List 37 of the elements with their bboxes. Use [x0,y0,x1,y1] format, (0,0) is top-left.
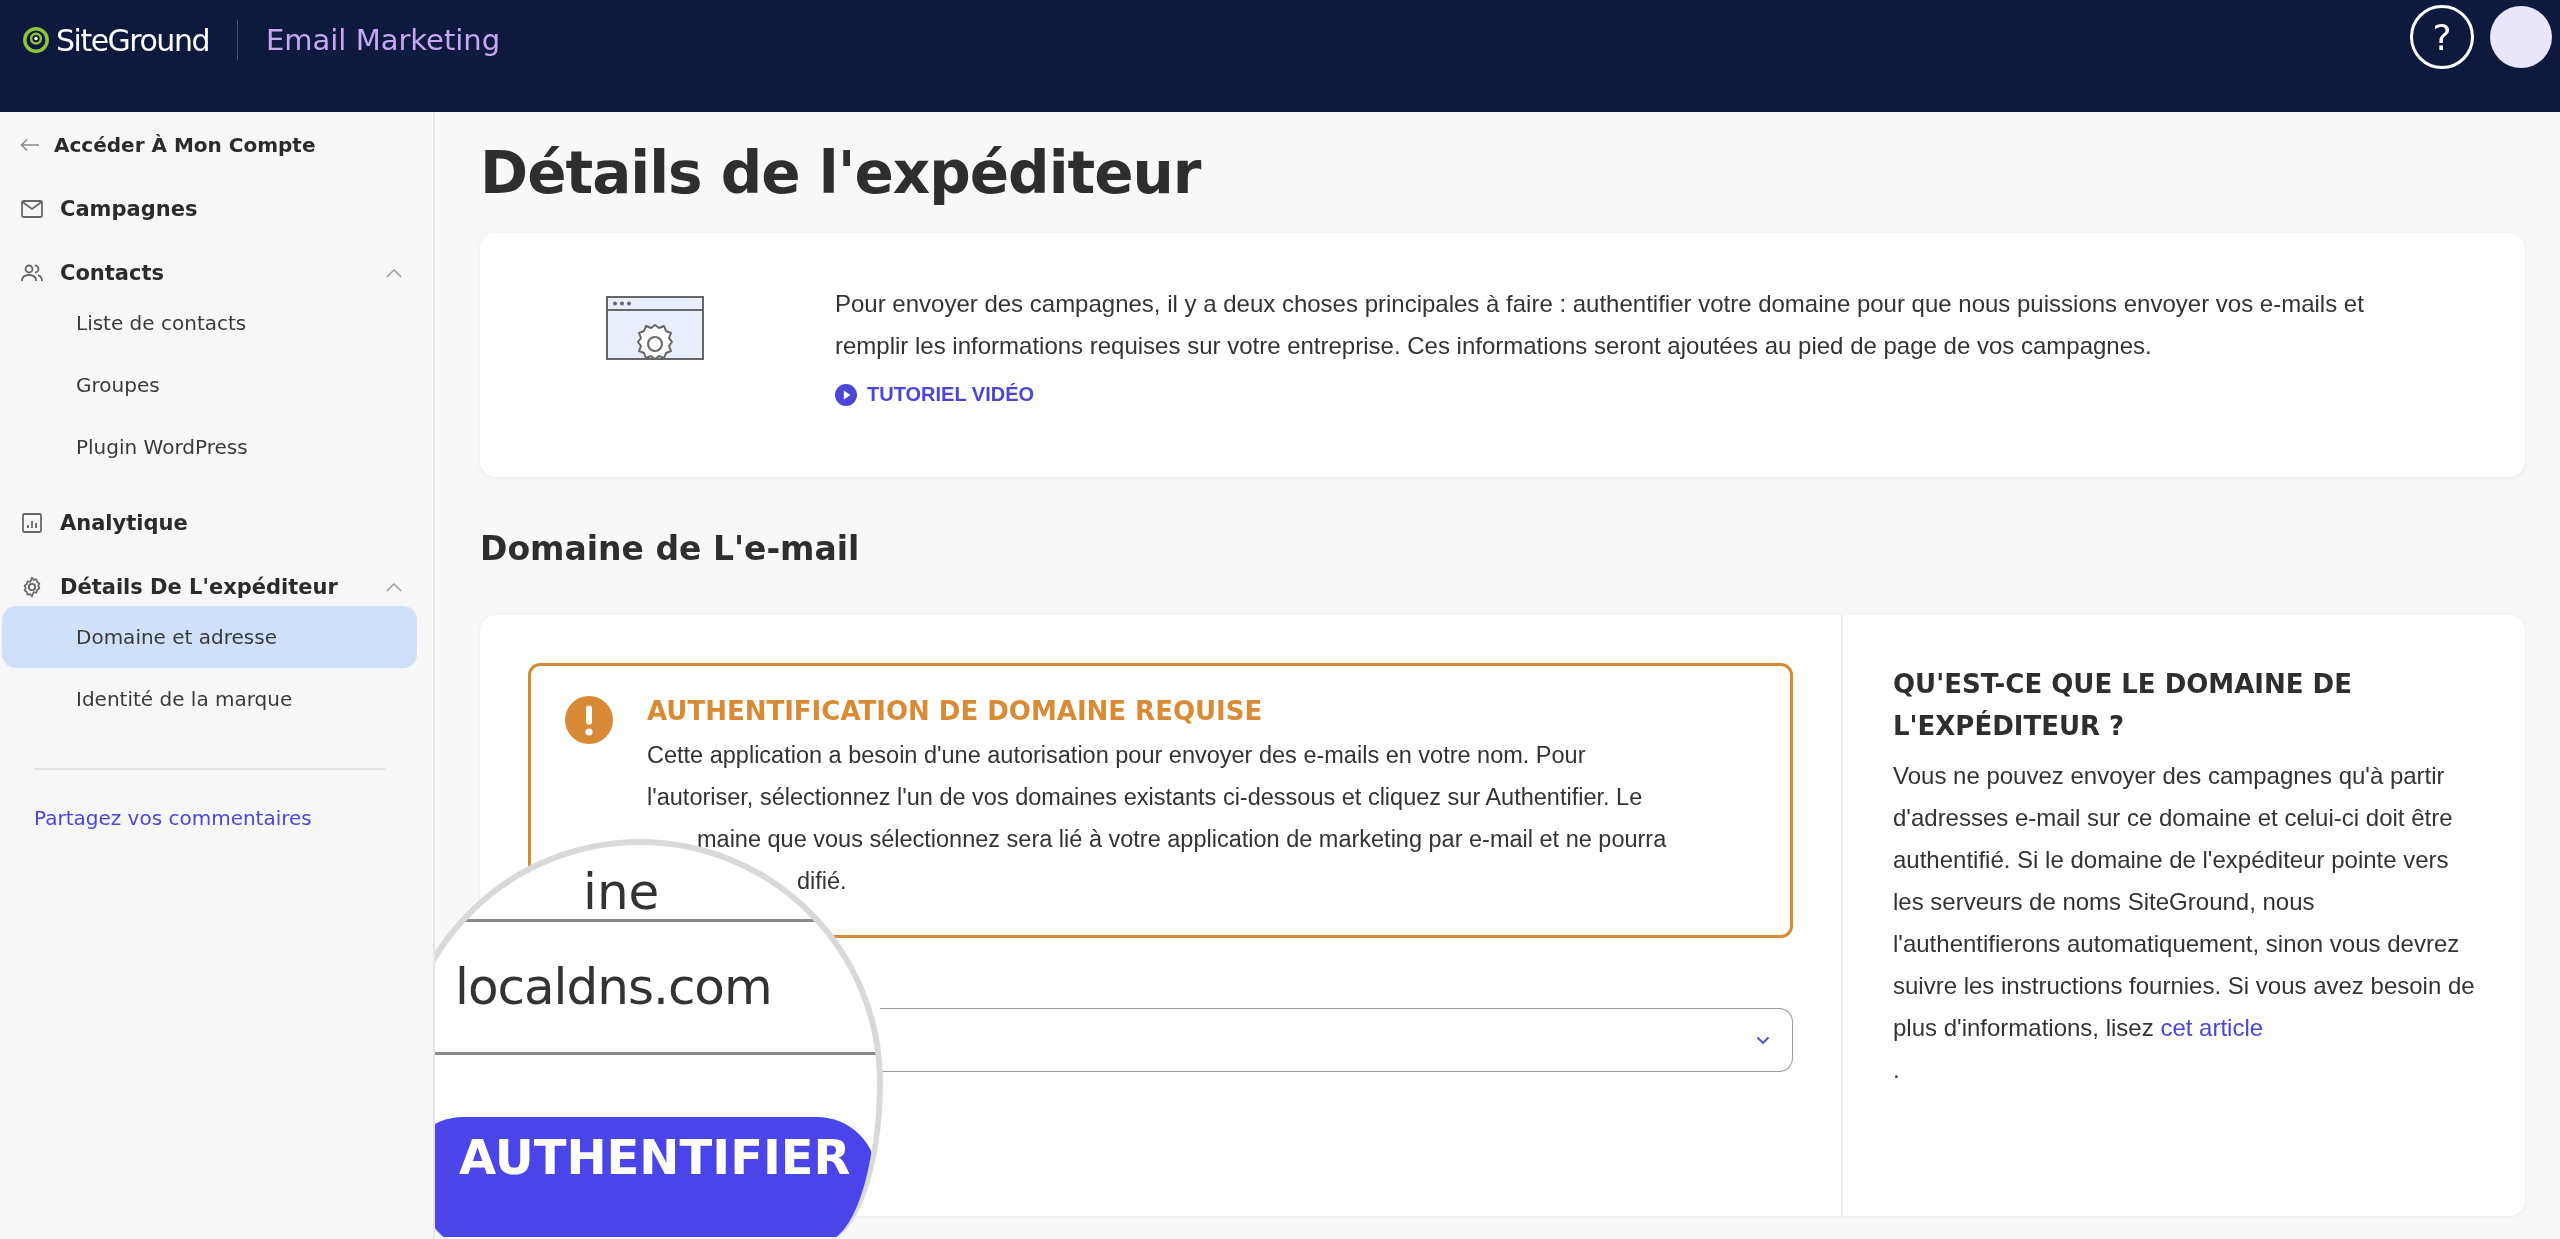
warning-text-line: Cette application a besoin d'une autorisation pour envoyer des e-mails en votre nom. Pour [647,741,1587,770]
chevron-down-icon [1756,1035,1770,1045]
nav-subitem[interactable]: Domaine et adresse [2,606,417,668]
logo-text: SiteGround [56,22,209,58]
domain-select[interactable] [880,1008,1793,1072]
domain-field[interactable]: localdns.com [435,919,877,1055]
app-title: Email Marketing [265,23,501,57]
nav-subitem[interactable]: Plugin WordPress [2,416,417,478]
field-label: ine [583,867,660,917]
intro-text: Pour envoyer des campagnes, il y a deux choses principales à faire : authentifier votre domaine pour que nous puissions envoyer vos e-mails et remplir les informations requises sur votre entreprise. Ces informations seront ajoutées au pied de page de vos campagnes. [835,289,2365,361]
nav-item[interactable]: Contacts [0,254,433,292]
feedback-link[interactable]: Partagez vos commentaires [0,806,433,830]
video-tutorial-link[interactable]: TUTORIEL VIDÉO [835,383,1035,406]
nav-item[interactable]: Détails De L'expéditeur [0,568,433,606]
nav-subitem[interactable]: Liste de contacts [2,292,417,354]
back-arrow-icon [20,138,40,152]
section-title: Domaine de L'e-mail [480,527,861,570]
swirl-logo-icon [22,26,50,54]
warning-text-line: l'autoriser, sélectionnez l'un de vos domaines existants ci-dessous et cliquez sur Authentifier. Le [647,783,1644,812]
help-text: Vous ne pouvez envoyer des campagnes qu'à partir d'adresses e-mail sur ce domaine et celui-ci doit être authentifié. Si le domaine de l'expéditeur pointe vers les serveurs de noms SiteGround, nous l'authentifierons automatiquement, sinon vous devrez suivre les instructions fournies. Si vous avez besoin de plus d'informations, lisez cet article . [1893,761,2476,1085]
warning-icon [565,696,613,744]
field-value: localdns.com [455,958,772,1016]
help-button[interactable]: ? [2410,5,2474,69]
article-link[interactable]: cet article [2160,1014,2264,1041]
page-title: Détails de l'expéditeur [480,137,1203,209]
nav-subitem[interactable]: Groupes [2,354,417,416]
nav-subitem[interactable]: Identité de la marque [2,668,417,730]
back-link[interactable]: Accéder À Mon Compte [0,126,433,164]
warning-title: AUTHENTIFICATION DE DOMAINE REQUISE [647,696,1264,728]
nav-item[interactable]: Analytique [0,504,433,542]
nav-item[interactable]: Campagnes [0,190,433,228]
warning-text-line: maine que vous sélectionnez sera lié à votre application de marketing par e-mail et ne pourra [696,825,1668,854]
help-title: QU'EST-CE QUE LE DOMAINE DE L'EXPÉDITEUR ? [1893,668,2353,743]
play-icon [835,383,857,406]
bar-chart-icon [20,511,44,535]
envelope-icon [20,197,44,221]
warning-text-line: difié. [796,867,848,896]
